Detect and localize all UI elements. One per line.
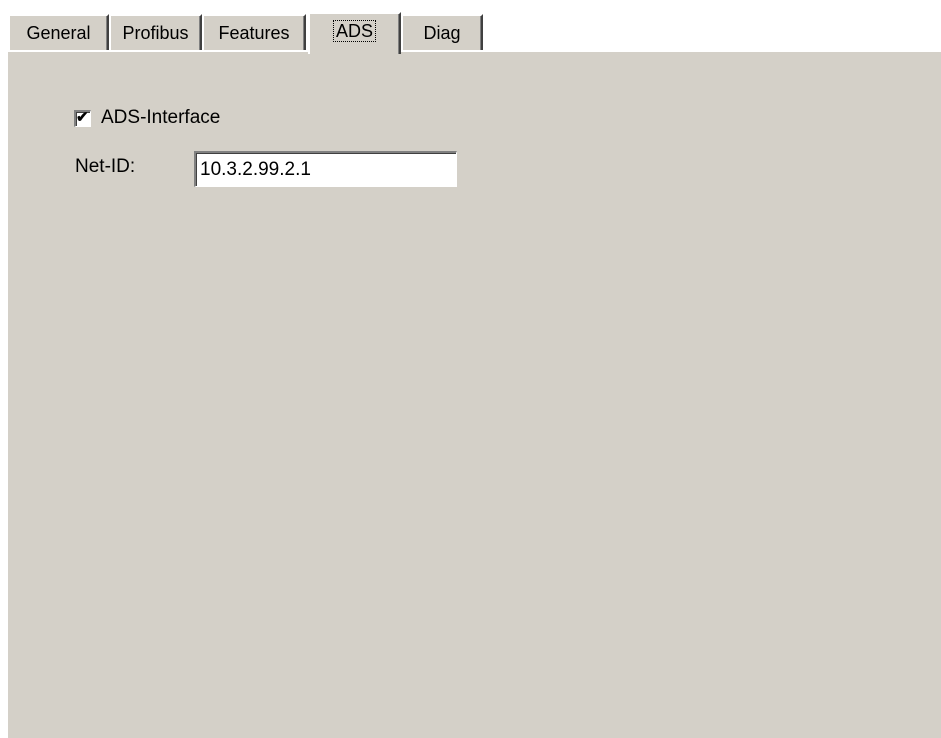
ads-tab-panel: ✔ ADS-Interface Net-ID: <box>8 50 941 738</box>
net-id-label: Net-ID: <box>75 156 136 177</box>
tab-features-label: Features <box>218 23 290 43</box>
ads-interface-label[interactable]: ADS-Interface <box>101 107 220 129</box>
ads-interface-option[interactable]: ✔ ADS-Interface <box>74 107 220 129</box>
tab-ads[interactable]: ADS <box>308 12 401 54</box>
tab-profibus[interactable]: Profibus <box>109 14 202 50</box>
properties-dialog: General Profibus Features ADS Diag ✔ ADS… <box>0 0 941 738</box>
tab-features[interactable]: Features <box>202 14 306 50</box>
tab-ads-label: ADS <box>332 20 377 42</box>
tab-strip: General Profibus Features ADS Diag <box>8 12 941 54</box>
ads-interface-checkbox[interactable]: ✔ <box>74 108 91 127</box>
tab-general[interactable]: General <box>8 14 109 50</box>
net-id-field[interactable] <box>194 151 457 187</box>
tab-diag-label: Diag <box>423 23 461 43</box>
tab-profibus-label: Profibus <box>122 23 189 43</box>
tab-diag[interactable]: Diag <box>401 14 483 50</box>
checkmark-icon: ✔ <box>76 108 89 126</box>
tab-general-label: General <box>26 23 91 43</box>
